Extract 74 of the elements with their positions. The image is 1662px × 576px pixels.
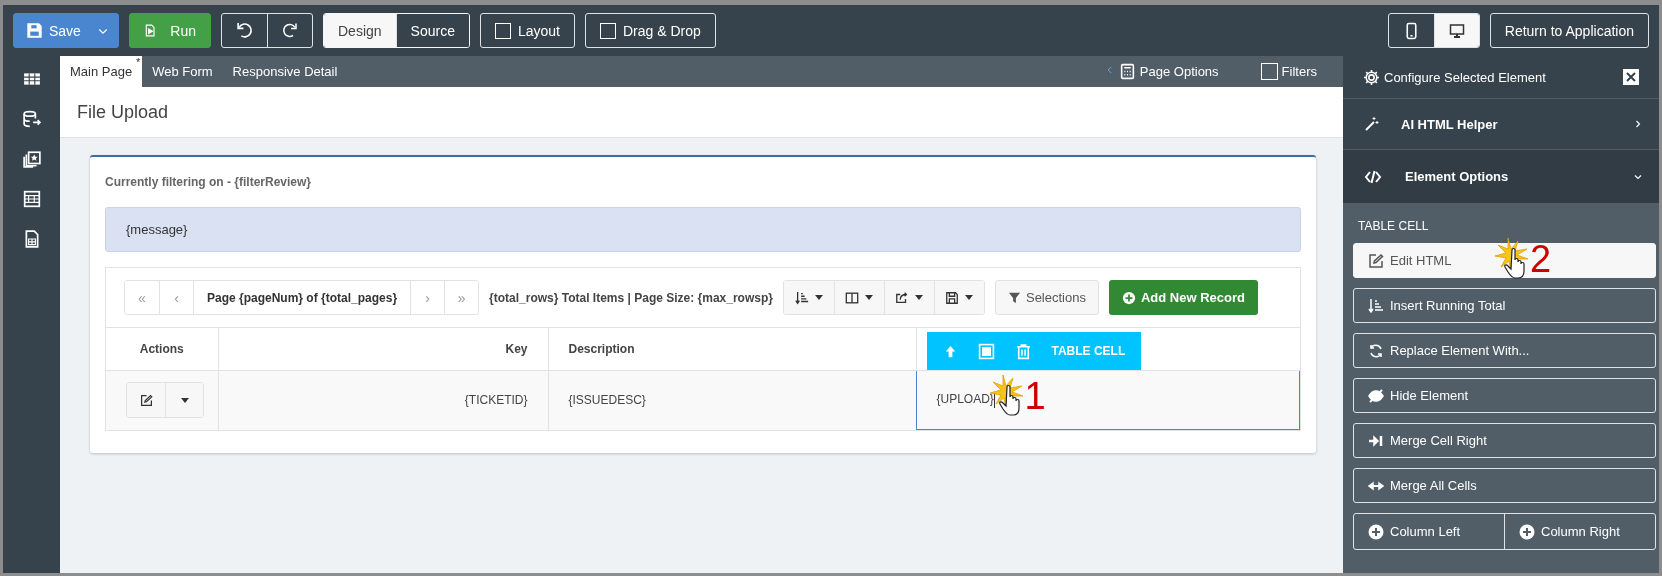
caret-icon [965,295,974,300]
grid-icon [22,190,41,208]
page-options-button[interactable]: Page Options [1098,62,1225,81]
caret-icon [180,397,189,403]
plus-circle-icon [1368,523,1384,540]
dropdown-button[interactable] [933,281,984,314]
page-title: File Upload [77,101,169,123]
page-tab[interactable]: Web Form [142,56,223,87]
dropdown-button[interactable] [883,281,934,314]
add-column-button[interactable]: Column Right [1504,514,1655,549]
summary-text: {total_rows} Total Items | Page Size: {max_rowsp} [489,290,773,305]
column-header: Actions [139,342,184,356]
gear-icon [1363,68,1380,86]
column-header: Description [568,342,635,356]
share-icon [895,290,910,305]
save-button[interactable]: Save [13,13,119,48]
add-column-button[interactable]: Column Left [1354,514,1504,549]
caret-icon [915,295,924,300]
device-button[interactable] [1433,14,1479,47]
view-tab[interactable]: Design [324,14,396,47]
running-total-icon [1368,297,1384,314]
edit-icon [1368,252,1384,269]
section-header[interactable]: AI HTML Helper [1343,98,1659,149]
action-button[interactable]: Merge Cell Right [1353,423,1656,458]
play-file-icon [144,22,157,39]
action-button[interactable]: Hide Element [1353,378,1656,413]
sort-icon [794,290,809,305]
table-cell: {ISSUEDESC} [568,393,646,408]
selections-button[interactable]: Selections [994,280,1099,315]
plus-circle-icon [1519,523,1535,540]
action-button[interactable]: Insert Running Total [1353,288,1656,323]
message-box: {message} [105,207,1301,252]
edit-icon [139,393,153,407]
magic-wand-icon [1363,116,1379,132]
selected-table-cell[interactable]: {UPLOAD} 1 [916,370,1300,430]
undo-icon [236,22,253,39]
database-export-icon [22,110,41,128]
caret-icon [865,295,874,300]
add-record-button[interactable]: Add New Record [1108,280,1258,315]
dropdown-button[interactable] [783,281,834,314]
page-tab[interactable]: Main Page * [60,56,143,87]
table-icon [22,70,41,88]
return-button[interactable]: Return to Application [1489,13,1649,48]
redo-icon [282,22,298,39]
panel-title: Configure Selected Element [1384,69,1546,85]
refresh-icon [1368,342,1384,359]
column-header: Key [505,342,528,356]
filter-text: Currently filtering on - {filterReview} [105,175,313,189]
table-cell: {TICKETID} [464,393,528,408]
page-tab[interactable]: Responsive Detail [222,56,348,87]
step-number: 1 [1024,374,1046,418]
filter-icon [1007,291,1021,304]
merge-right-icon [1368,432,1384,449]
calculator-icon [1118,63,1136,80]
section-label: TABLE CELL [1357,218,1430,235]
cell-toolbar-label: TABLE CELL [1051,344,1126,358]
filters-toggle[interactable]: Filters [1254,62,1323,81]
dropdown-button[interactable] [833,281,884,314]
toggle-button[interactable]: Drag & Drop [585,13,716,48]
hidden-eye-icon [1368,387,1384,404]
plus-circle-icon [1121,290,1136,305]
close-icon[interactable] [1623,69,1639,85]
monitor-icon [1448,21,1465,40]
select-square-icon [977,342,995,360]
toggle-button[interactable]: Layout [479,13,575,48]
photo-stack-icon [22,150,41,168]
action-button[interactable]: Replace Element With... [1353,333,1656,368]
action-button[interactable]: Merge All Cells [1353,468,1656,503]
columns-icon [845,290,860,305]
trash-icon [1014,342,1032,360]
code-icon [1363,168,1383,185]
caret-icon [814,295,823,300]
section-header[interactable]: Element Options [1343,149,1659,203]
view-tab[interactable]: Source [395,14,469,47]
